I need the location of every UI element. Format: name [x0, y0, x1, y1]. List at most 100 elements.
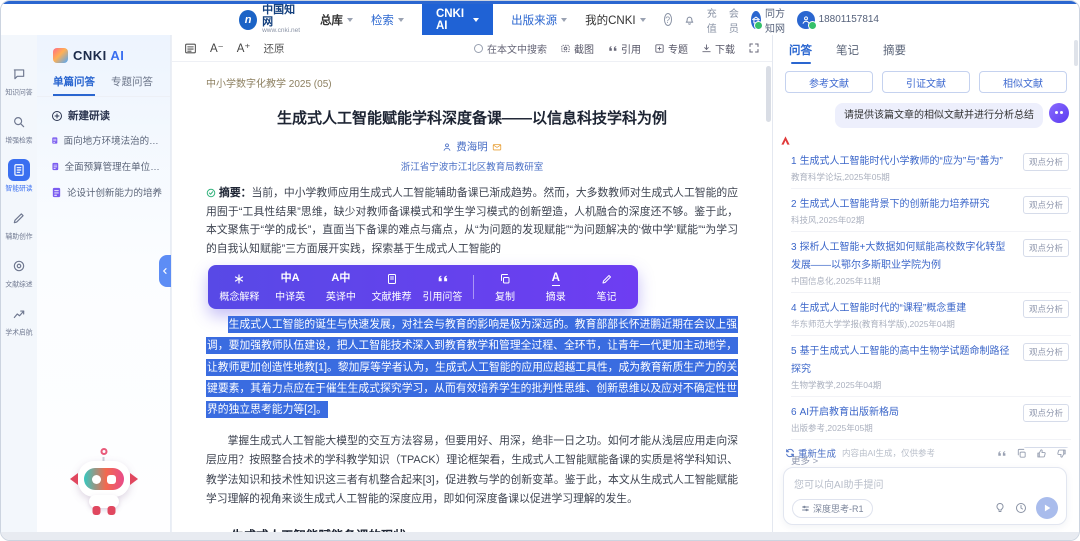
- nav-zongku[interactable]: 总库: [320, 12, 353, 28]
- rail-item-academic-trend[interactable]: 学术启航: [3, 303, 35, 338]
- result-number: 2: [791, 199, 797, 210]
- document-content: 中小学数字化教学 2025 (05) 生成式人工智能赋能学科深度备课——以信息科…: [172, 62, 772, 532]
- search-in-text[interactable]: 在本文中搜索: [474, 41, 547, 56]
- result-title[interactable]: AI开启教育出版新格局: [800, 407, 899, 418]
- mail-icon: [492, 142, 502, 152]
- tab-notes[interactable]: 笔记: [836, 42, 859, 64]
- thumbs-down-icon[interactable]: [1056, 448, 1067, 459]
- result-row[interactable]: 6AI开启教育出版新格局 出版参考,2025年05期 观点分析: [791, 397, 1071, 440]
- result-title[interactable]: 生成式人工智能时代的“课程”概念重建: [800, 303, 967, 314]
- screenshot-button[interactable]: 截图: [560, 41, 594, 56]
- nav-cnki-ai[interactable]: CNKI AI: [422, 4, 493, 35]
- restore-button[interactable]: 还原: [264, 41, 285, 56]
- result-meta: 华东师范大学学报(教育科学版),2025年04期: [791, 318, 1013, 330]
- topic-button[interactable]: 专题: [654, 41, 688, 56]
- cite-response-icon[interactable]: [996, 448, 1007, 459]
- result-row[interactable]: 5基于生成式人工智能的高中生物学试题命制路径探究 生物学教学,2025年04期 …: [791, 336, 1071, 397]
- document-pane: A⁻ A⁺ 还原 在本文中搜索 截图 引用 专题: [171, 35, 773, 532]
- doc-icon: [386, 272, 398, 286]
- citations-button[interactable]: 引证文献: [882, 71, 970, 93]
- panel-scrollbar-thumb[interactable]: [1074, 40, 1078, 66]
- cnki-logo[interactable]: n 中国知网 www.cnki.net: [239, 4, 302, 35]
- font-decrease-button[interactable]: A⁻: [210, 41, 224, 55]
- text-selection[interactable]: 生成式人工智能的诞生与快速发展，对社会与教育的影响是极为深远的。教育部部长怀进鹏…: [206, 316, 738, 419]
- radio-icon: [474, 44, 483, 53]
- concept-explain-button[interactable]: 概念解释: [219, 272, 259, 303]
- cite-button[interactable]: 引用: [607, 41, 641, 56]
- deepthink-icon: [801, 504, 810, 513]
- document-scrollbar-thumb[interactable]: [766, 66, 771, 122]
- quote-qa-button[interactable]: 引用问答: [422, 272, 462, 303]
- zh-to-en-button[interactable]: 中A 中译英: [270, 272, 310, 303]
- member-link[interactable]: 会员: [729, 5, 740, 35]
- tab-qa[interactable]: 问答: [789, 42, 812, 64]
- bell-icon[interactable]: [683, 13, 696, 26]
- quote-icon: [436, 272, 449, 286]
- fullscreen-icon[interactable]: [748, 42, 760, 54]
- sidebar-doc-item[interactable]: 全面预算管理在单位财务管…: [37, 153, 170, 179]
- author-name[interactable]: 费海明: [456, 139, 488, 154]
- download-button[interactable]: 下载: [701, 41, 735, 56]
- trend-chart-icon: [8, 303, 30, 325]
- viewpoint-analysis-button[interactable]: 观点分析: [1023, 239, 1069, 257]
- result-title[interactable]: 基于生成式人工智能的高中生物学试题命制路径探究: [791, 346, 1010, 375]
- chat-input-box[interactable]: 您可以向AI助手提问 深度思考-R1: [783, 467, 1067, 525]
- result-row[interactable]: 4生成式人工智能时代的“课程”概念重建 华东师范大学学报(教育科学版),2025…: [791, 293, 1071, 336]
- author-line[interactable]: 费海明: [206, 139, 738, 154]
- sidebar-collapse-handle[interactable]: [159, 255, 171, 287]
- tab-single-paper-qa[interactable]: 单篇问答: [53, 74, 95, 96]
- tab-topic-qa[interactable]: 专题问答: [111, 74, 153, 96]
- result-title[interactable]: 生成式人工智能背景下的创新能力培养研究: [800, 199, 990, 210]
- viewpoint-analysis-button[interactable]: 观点分析: [1023, 343, 1069, 361]
- journal-source[interactable]: 中小学数字化教学 2025 (05): [206, 75, 738, 90]
- user-avatar: [1049, 103, 1069, 123]
- rail-item-smart-reading[interactable]: 智能研读: [3, 159, 35, 194]
- extract-button[interactable]: A 摘录: [536, 272, 576, 303]
- tab-summary[interactable]: 摘要: [883, 42, 906, 64]
- send-button[interactable]: [1036, 497, 1058, 519]
- similar-literature-button[interactable]: 相似文献: [979, 71, 1067, 93]
- sidebar-tabs: 单篇问答 专题问答: [37, 72, 170, 97]
- literature-recommend-button[interactable]: 文献推荐: [372, 272, 412, 303]
- user-phone: 18801157814: [819, 14, 879, 25]
- result-title[interactable]: 生成式人工智能时代小学教师的“应为”与“善为”: [800, 156, 1003, 167]
- ai-mascot[interactable]: [72, 448, 136, 520]
- chevron-down-icon: [561, 18, 567, 22]
- result-row[interactable]: 1生成式人工智能时代小学教师的“应为”与“善为” 教育科学论坛,2025年05期…: [791, 146, 1071, 189]
- viewpoint-analysis-button[interactable]: 观点分析: [1023, 153, 1069, 171]
- user-account-badge[interactable]: 18801157814: [797, 11, 879, 29]
- viewpoint-analysis-button[interactable]: 观点分析: [1023, 196, 1069, 214]
- org-account-badge[interactable]: 同方知网: [751, 5, 786, 35]
- viewpoint-analysis-button[interactable]: 观点分析: [1023, 404, 1069, 422]
- nav-search[interactable]: 检索: [371, 12, 404, 28]
- note-button[interactable]: 笔记: [587, 272, 627, 303]
- rail-item-literature-review[interactable]: 文献综述: [3, 255, 35, 290]
- result-row[interactable]: 2生成式人工智能背景下的创新能力培养研究 科技风,2025年02期 观点分析: [791, 189, 1071, 232]
- rail-item-assisted-writing[interactable]: 辅助创作: [3, 207, 35, 242]
- font-increase-button[interactable]: A⁺: [237, 41, 251, 55]
- brand-name: 中国知网: [262, 4, 302, 28]
- recharge-link[interactable]: 充值: [707, 5, 718, 35]
- copy-response-icon[interactable]: [1016, 448, 1027, 459]
- history-icon[interactable]: [1015, 502, 1027, 514]
- viewpoint-analysis-button[interactable]: 观点分析: [1023, 300, 1069, 318]
- nav-my-cnki[interactable]: 我的CNKI: [585, 12, 645, 28]
- result-row[interactable]: 3探析人工智能+大数据如何赋能高校数字化转型发展——以鄂尔多斯职业学院为例 中国…: [791, 232, 1071, 293]
- thumbs-up-icon[interactable]: [1036, 448, 1047, 459]
- result-title[interactable]: 探析人工智能+大数据如何赋能高校数字化转型发展——以鄂尔多斯职业学院为例: [791, 242, 1005, 271]
- new-reading-button[interactable]: 新建研读: [37, 97, 170, 127]
- author-affiliation[interactable]: 浙江省宁波市江北区教育局教研室: [206, 159, 738, 173]
- rail-item-enhanced-search[interactable]: 增强检索: [3, 111, 35, 146]
- deep-think-toggle[interactable]: 深度思考-R1: [792, 499, 873, 518]
- nav-publish-source[interactable]: 出版来源: [511, 12, 567, 28]
- references-button[interactable]: 参考文献: [785, 71, 873, 93]
- sidebar-doc-item[interactable]: 论设计创新能力的培养: [37, 179, 170, 205]
- bulb-icon[interactable]: [994, 502, 1006, 514]
- copy-button[interactable]: 复制: [485, 272, 525, 303]
- help-icon[interactable]: ?: [664, 13, 672, 26]
- outline-icon[interactable]: [184, 42, 197, 55]
- sidebar-doc-item[interactable]: 面向地方环境法治的数据一般性…: [37, 127, 170, 153]
- en-to-zh-button[interactable]: A中 英译中: [321, 272, 361, 303]
- regenerate-button[interactable]: 重新生成: [785, 446, 836, 460]
- rail-item-knowledge-qa[interactable]: 知识问答: [3, 63, 35, 98]
